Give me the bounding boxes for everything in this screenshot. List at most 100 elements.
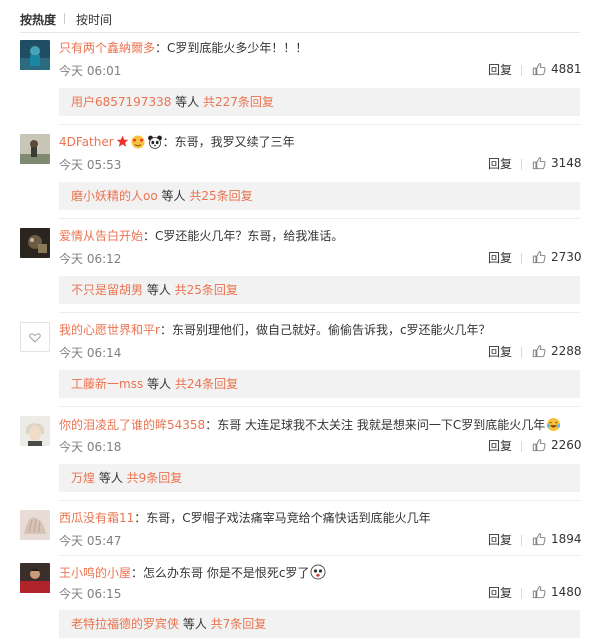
reply-summary[interactable]: 磨小妖精的人oo 等人 共25条回复 xyxy=(59,182,580,210)
reply-mid-text: 等人 xyxy=(143,377,175,391)
avatar[interactable] xyxy=(20,228,50,258)
comment-username[interactable]: 只有两个鑫納爾多 xyxy=(59,41,155,55)
thumbs-up-icon xyxy=(532,63,546,76)
reply-summary[interactable]: 工藤新一mss 等人 共24条回复 xyxy=(59,370,580,398)
comment-text: ：东哥，我罗又续了三年 xyxy=(162,135,295,149)
reply-count-link[interactable]: 共25条回复 xyxy=(175,283,238,297)
comment-text: ：C罗还能火几年？东哥，给我准话。 xyxy=(143,229,344,243)
reply-user[interactable]: 工藤新一mss xyxy=(71,377,143,391)
reply-summary[interactable]: 用户6857197338 等人 共227条回复 xyxy=(59,88,580,116)
reply-summary[interactable]: 不只是留胡男 等人 共25条回复 xyxy=(59,276,580,304)
like-button[interactable]: 3148 xyxy=(532,155,582,171)
panda-badge-icon xyxy=(147,135,162,149)
like-count: 4881 xyxy=(551,62,582,76)
comment-username[interactable]: 王小鸣的小屋 xyxy=(59,566,131,580)
reply-button[interactable]: 回复 xyxy=(488,63,512,77)
action-divider xyxy=(521,441,522,452)
reply-count-link[interactable]: 共9条回复 xyxy=(127,471,183,485)
comment-divider xyxy=(59,312,580,313)
like-button[interactable]: 2260 xyxy=(532,437,582,453)
sort-by-hot-tab[interactable]: 按热度 xyxy=(20,11,56,28)
reply-summary[interactable]: 万煌 等人 共9条回复 xyxy=(59,464,580,492)
reply-count-link[interactable]: 共24条回复 xyxy=(175,377,238,391)
sort-bar: 按热度 按时间 xyxy=(0,0,595,34)
thumbs-up-icon xyxy=(532,251,546,264)
avatar[interactable] xyxy=(20,322,50,352)
comment-time: 今天 05:47 xyxy=(59,534,122,548)
reply-mid-text: 等人 xyxy=(171,95,203,109)
like-button[interactable]: 2730 xyxy=(532,249,582,265)
avatar[interactable] xyxy=(20,416,50,446)
thumbs-up-icon xyxy=(532,439,546,452)
reply-count-link[interactable]: 共25条回复 xyxy=(189,189,252,203)
action-divider xyxy=(521,253,522,264)
like-button[interactable]: 1894 xyxy=(532,531,582,547)
sort-by-time-tab[interactable]: 按时间 xyxy=(76,11,112,28)
action-divider xyxy=(521,535,522,546)
comment-username[interactable]: 我的心愿世界和平r xyxy=(59,323,160,337)
user-badges xyxy=(116,135,163,149)
reply-user[interactable]: 用户6857197338 xyxy=(71,95,171,109)
like-count: 2288 xyxy=(551,344,582,358)
comment-text: ：东哥别理他们，做自己就好。偷偷告诉我，c罗还能火几年？ xyxy=(159,323,491,337)
reply-count-link[interactable]: 共7条回复 xyxy=(211,617,267,631)
reply-mid-text: 等人 xyxy=(95,471,127,485)
sort-divider xyxy=(64,13,65,24)
star-badge-icon xyxy=(116,135,129,147)
comment-time: 今天 06:14 xyxy=(59,346,122,360)
action-divider xyxy=(521,588,522,599)
reply-button[interactable]: 回复 xyxy=(488,251,512,265)
action-divider xyxy=(521,347,522,358)
reply-mid-text: 等人 xyxy=(179,617,211,631)
laughing-tears-icon xyxy=(547,417,561,432)
avatar[interactable] xyxy=(20,40,50,70)
comment-text: ：C罗到底能火多少年！！！ xyxy=(155,41,308,55)
comment-text: ：东哥，C罗帽子戏法痛宰马竞给个痛快话到底能火几年 xyxy=(134,511,431,525)
comment-time: 今天 06:01 xyxy=(59,64,122,78)
thumbs-up-icon xyxy=(532,345,546,358)
comment-divider xyxy=(59,218,580,219)
reply-mid-text: 等人 xyxy=(143,283,175,297)
like-button[interactable]: 2288 xyxy=(532,343,582,359)
reply-user[interactable]: 万煌 xyxy=(71,471,95,485)
heart-eyes-badge-icon xyxy=(131,135,145,149)
comment-username[interactable]: 你的泪凌乱了谁的眸54358 xyxy=(59,418,205,432)
comment-divider xyxy=(59,124,580,125)
comment-divider xyxy=(59,500,580,501)
comment-time: 今天 06:18 xyxy=(59,440,122,454)
reply-count-link[interactable]: 共227条回复 xyxy=(203,95,274,109)
like-count: 1894 xyxy=(551,532,582,546)
comment-text: ：东哥 大连足球我不太关注 我就是想来问一下C罗到底能火几年 xyxy=(205,418,546,432)
action-divider xyxy=(521,65,522,76)
reply-button[interactable]: 回复 xyxy=(488,345,512,359)
comment-text: ：怎么办东哥 你是不是恨死c罗了 xyxy=(131,566,310,580)
like-button[interactable]: 1480 xyxy=(532,584,582,600)
comment-time: 今天 06:12 xyxy=(59,252,122,266)
like-button[interactable]: 4881 xyxy=(532,61,582,77)
reply-summary[interactable]: 老特拉福德的罗宾侠 等人 共7条回复 xyxy=(59,610,580,638)
comment-time: 今天 06:15 xyxy=(59,587,122,601)
scared-face-icon xyxy=(310,564,326,580)
like-count: 2730 xyxy=(551,250,582,264)
reply-button[interactable]: 回复 xyxy=(488,157,512,171)
avatar[interactable] xyxy=(20,563,50,593)
reply-button[interactable]: 回复 xyxy=(488,439,512,453)
thumbs-up-icon xyxy=(532,157,546,170)
like-count: 3148 xyxy=(551,156,582,170)
reply-button[interactable]: 回复 xyxy=(488,533,512,547)
reply-user[interactable]: 磨小妖精的人oo xyxy=(71,189,158,203)
avatar[interactable] xyxy=(20,134,50,164)
like-count: 1480 xyxy=(551,585,582,599)
action-divider xyxy=(521,159,522,170)
comment-username[interactable]: 西瓜没有霜11 xyxy=(59,511,134,525)
reply-user[interactable]: 不只是留胡男 xyxy=(71,283,143,297)
comment-username[interactable]: 爱情从告白开始 xyxy=(59,229,143,243)
comment-divider xyxy=(59,406,580,407)
comment-divider xyxy=(59,555,580,556)
comment-username[interactable]: 4DFather xyxy=(59,135,114,149)
like-count: 2260 xyxy=(551,438,582,452)
reply-button[interactable]: 回复 xyxy=(488,586,512,600)
avatar[interactable] xyxy=(20,510,50,540)
reply-user[interactable]: 老特拉福德的罗宾侠 xyxy=(71,617,179,631)
reply-mid-text: 等人 xyxy=(157,189,190,203)
